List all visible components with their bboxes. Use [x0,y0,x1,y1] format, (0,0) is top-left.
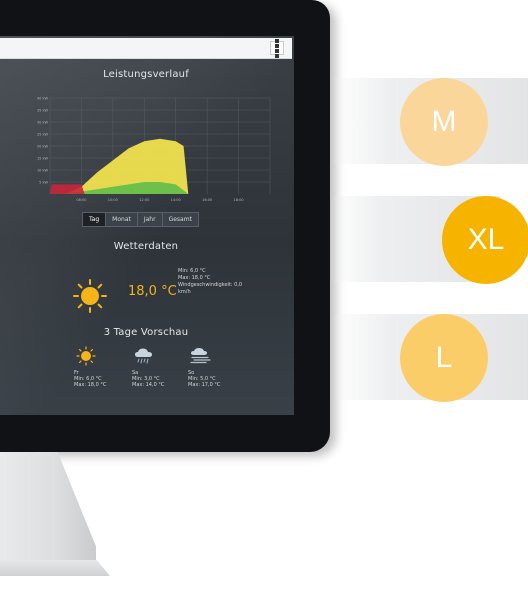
current-temperature: 18,0 °C [128,284,177,299]
tab-monat[interactable]: Monat [105,212,138,227]
top-bar [0,38,292,59]
grid-icon[interactable] [270,38,284,58]
performance-title: Leistungsverlauf [103,69,189,80]
y-tick-label: 20 kW [37,145,49,149]
forecast-day: Sa Min: 3,0 °C Max: 14,0 °C [132,346,192,388]
forecast-max: Max: 18,0 °C [74,382,107,388]
sun-icon [73,279,107,313]
y-tick-label: 40 kW [37,97,49,101]
grid-draw-area [50,184,85,194]
weather-max: Max: 18,0 °C [178,275,211,281]
y-tick-label: 10 kW [37,169,49,173]
weather-wind: Windgeschwindigkeit: 0,0 km/h [178,282,243,295]
forecast-title: 3 Tage Vorschau [103,327,189,338]
forecast-max: Max: 17,0 °C [188,382,221,388]
tab-jahr[interactable]: Jahr [136,212,163,227]
tab-gesamt[interactable]: Gesamt [161,212,199,227]
y-tick-label: 25 kW [37,133,49,137]
weather-title: Wetterdaten [113,241,179,252]
x-tick-label: 16:00 [202,198,212,202]
sun-icon [76,346,96,366]
fog-icon [190,348,211,364]
size-badge-l[interactable]: L [400,314,488,402]
y-tick-label: 15 kW [37,157,49,161]
y-tick-label: 35 kW [37,109,49,113]
y-tick-label: 5 kW [39,181,48,185]
x-tick-label: 12:00 [139,198,149,202]
x-tick-label: 14:00 [171,198,181,202]
monitor-stand-base [0,560,110,576]
performance-chart: 40 kW35 kW30 kW25 kW20 kW15 kW10 kW5 kW … [37,97,271,202]
size-badge-m[interactable]: M [400,78,488,166]
monitor-stand [0,452,96,570]
weather-min: Min: 6,0 °C [178,268,206,274]
cloud-rain-icon [135,348,152,364]
x-tick-label: 10:00 [108,198,118,202]
y-tick-label: 30 kW [37,121,49,125]
x-tick-label: 08:00 [76,198,86,202]
forecast-day: Fr Min: 6,0 °C Max: 18,0 °C [74,346,134,388]
forecast-max: Max: 14,0 °C [132,382,165,388]
x-tick-label: 18:00 [234,198,244,202]
weather-details: Min: 6,0 °C Max: 18,0 °C Windgeschwindig… [178,268,252,296]
tab-tag[interactable]: Tag [82,212,107,227]
forecast-day: So Min: 5,0 °C Max: 17,0 °C [188,346,248,388]
size-badge-xl[interactable]: XL [442,196,528,284]
period-tabs: Tag Monat Jahr Gesamt [82,212,199,227]
